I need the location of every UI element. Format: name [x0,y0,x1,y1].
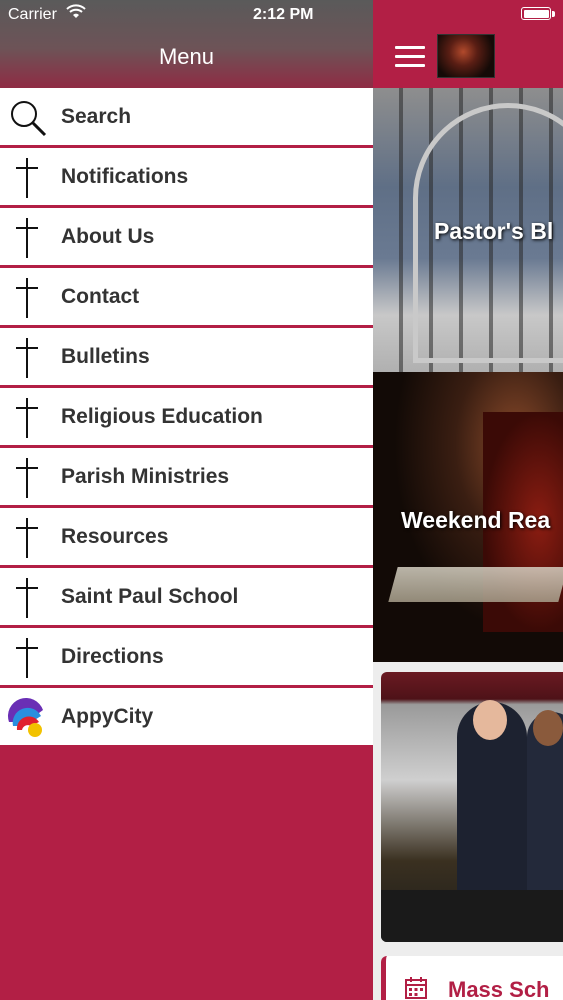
menu-item-label: About Us [61,225,155,248]
tile-caption-strip [381,890,563,942]
menu-item-notifications[interactable]: Notifications [0,148,373,208]
tile-title: Weekend Rea [401,507,551,533]
menu-item-label: AppyCity [61,705,154,728]
appycity-logo-icon [7,697,43,737]
tile-title: Pastor's Bl [434,218,554,244]
cross-icon [16,458,38,498]
menu-item-label: Parish Ministries [61,465,230,488]
menu-item-label: Contact [61,285,140,308]
pastors-blog-tile[interactable]: Pastor's Bl [373,88,563,372]
tile-title: Mass Sch [448,977,550,1000]
menu-item-religious-education[interactable]: Religious Education [0,388,373,448]
menu-item-label: Directions [61,645,164,668]
main-content-panel[interactable]: Pastor's Bl Weekend Rea Mass Sch [373,0,563,1000]
status-bar: Carrier 2:12 PM [0,0,563,30]
menu-item-label: Notifications [61,165,189,188]
menu-item-label: Resources [61,525,169,548]
student-face [533,710,563,746]
menu-item-bulletins[interactable]: Bulletins [0,328,373,388]
menu-item-label: Saint Paul School [61,585,239,608]
menu-item-parish-ministries[interactable]: Parish Ministries [0,448,373,508]
menu-list: Search Notifications About Us Contact Bu… [0,88,373,748]
side-drawer: Menu Search Notifications About Us Conta… [0,0,373,1000]
menu-item-about-us[interactable]: About Us [0,208,373,268]
cross-icon [16,578,38,618]
cross-icon [16,398,38,438]
mass-schedule-tile[interactable]: Mass Sch [381,956,563,1000]
menu-item-appycity[interactable]: AppyCity [0,688,373,748]
header-logo-image [437,34,495,78]
cross-icon [16,158,38,198]
menu-item-label: Bulletins [61,345,150,368]
hamburger-menu-icon[interactable] [395,46,425,68]
weekend-readings-tile[interactable]: Weekend Rea [373,372,563,662]
menu-item-saint-paul-school[interactable]: Saint Paul School [0,568,373,628]
cross-icon [16,278,38,318]
calendar-icon [405,977,427,999]
menu-item-contact[interactable]: Contact [0,268,373,328]
cross-icon [16,638,38,678]
cross-icon [16,338,38,378]
menu-title: Menu [158,44,215,69]
carrier-label: Carrier [8,6,57,23]
menu-item-search[interactable]: Search [0,88,373,148]
menu-item-label: Search [61,105,132,128]
menu-item-directions[interactable]: Directions [0,628,373,688]
school-photo-tile[interactable] [381,672,563,942]
clock: 2:12 PM [253,6,314,23]
battery-icon [521,7,555,20]
student-face [473,700,507,740]
wifi-icon [66,4,86,18]
menu-item-label: Religious Education [61,405,263,428]
painting-paper-image [388,567,563,602]
search-icon [11,101,47,137]
menu-item-resources[interactable]: Resources [0,508,373,568]
cross-icon [16,518,38,558]
cross-icon [16,218,38,258]
